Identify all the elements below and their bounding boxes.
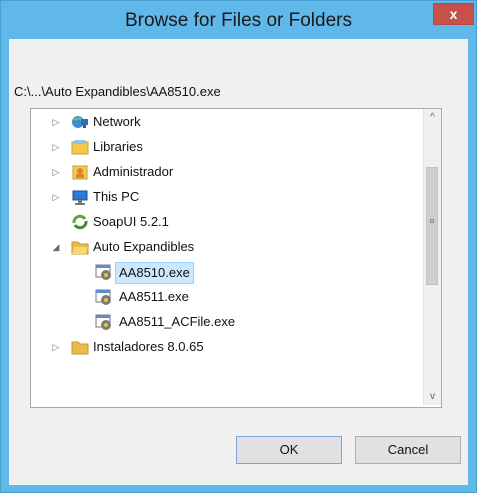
scroll-up-button[interactable]: ^	[424, 109, 441, 126]
expand-icon[interactable]: ▷	[51, 336, 61, 358]
tree-item-soapui[interactable]: SoapUI 5.2.1	[31, 211, 411, 233]
ok-button[interactable]: OK	[236, 436, 342, 464]
libraries-icon	[71, 140, 89, 155]
cancel-button[interactable]: Cancel	[355, 436, 461, 464]
tree-item-this-pc[interactable]: ▷ This PC	[31, 186, 411, 208]
scroll-grip: ≡	[429, 216, 435, 226]
tree-item-aa8511[interactable]: AA8511.exe	[31, 286, 411, 308]
tree-item-administrador[interactable]: ▷ Administrador	[31, 161, 411, 183]
expand-icon[interactable]: ▷	[51, 161, 61, 183]
expand-icon[interactable]: ▷	[51, 186, 61, 208]
collapse-icon[interactable]: ◢	[51, 236, 61, 258]
folder-open-icon	[71, 241, 89, 255]
scroll-thumb[interactable]: ≡	[426, 167, 438, 285]
tree-item-label: Auto Expandibles	[93, 239, 195, 254]
selected-path: C:\...\Auto Expandibles\AA8510.exe	[14, 84, 221, 99]
exe-icon	[95, 289, 111, 305]
expand-icon[interactable]: ▷	[51, 111, 61, 133]
tree-item-label: This PC	[93, 189, 140, 204]
tree-item-auto-expandibles[interactable]: ◢ Auto Expandibles	[31, 236, 411, 258]
tree-item-label: AA8510.exe	[115, 262, 194, 284]
dialog-title: Browse for Files or Folders	[124, 10, 352, 31]
title-bar: Browse for Files or Folders x	[1, 1, 476, 39]
tree-item-aa8510[interactable]: AA8510.exe	[31, 261, 411, 284]
tree-item-label: Instaladores 8.0.65	[93, 339, 204, 354]
user-folder-icon	[72, 165, 88, 180]
tree-item-label: Libraries	[93, 139, 143, 154]
network-icon	[72, 116, 88, 128]
tree-item-label: AA8511.exe	[119, 289, 189, 304]
tree-scrollbar[interactable]: ^ ≡ v	[423, 109, 441, 405]
tree-item-libraries[interactable]: ▷ Libraries	[31, 136, 411, 158]
soapui-icon	[72, 214, 88, 230]
tree-item-label: AA8511_ACFile.exe	[119, 314, 236, 329]
folder-icon	[71, 341, 89, 355]
computer-icon	[72, 190, 88, 205]
expand-icon[interactable]: ▷	[51, 136, 61, 158]
tree-item-instaladores[interactable]: ▷ Instaladores 8.0.65	[31, 336, 411, 358]
exe-icon	[95, 314, 111, 330]
tree-item-label: Administrador	[93, 164, 174, 179]
tree-item-label: SoapUI 5.2.1	[93, 214, 169, 229]
exe-icon	[95, 264, 111, 280]
folder-tree[interactable]: ▷ Network ▷ Libraries ▷ Administrador ▷ …	[30, 108, 442, 408]
close-button[interactable]: x	[433, 3, 474, 25]
tree-item-label: Network	[93, 114, 141, 129]
tree-item-aa8511-acfile[interactable]: AA8511_ACFile.exe	[31, 311, 411, 333]
scroll-down-button[interactable]: v	[424, 388, 441, 405]
tree-item-network[interactable]: ▷ Network	[31, 111, 411, 133]
